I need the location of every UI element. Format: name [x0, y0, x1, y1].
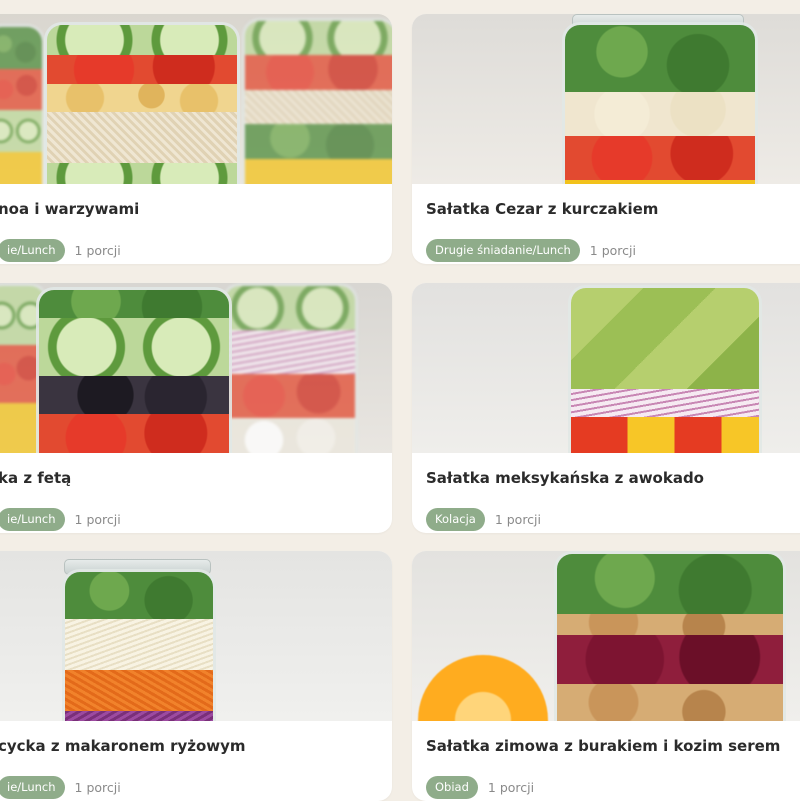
- salad-jar-image: [568, 285, 762, 453]
- salad-jar-image: [44, 22, 240, 184]
- recipe-photo: [0, 283, 392, 453]
- recipe-photo: [412, 283, 800, 453]
- recipe-title: cycka z makaronem ryżowym: [0, 737, 246, 755]
- recipe-card[interactable]: Sałatka Cezar z kurczakiem Drugie śniada…: [412, 14, 800, 264]
- portion-count: 1 porcji: [74, 243, 121, 258]
- background-jar-image: [222, 283, 358, 453]
- recipe-photo: [0, 14, 392, 184]
- portion-count: 1 porcji: [487, 780, 535, 795]
- recipe-card[interactable]: noa i warzywami ie/Lunch 1 porcji: [0, 14, 392, 264]
- salad-jar-image: [62, 569, 216, 721]
- recipe-card[interactable]: Sałatka zimowa z burakiem i kozim serem …: [412, 551, 800, 801]
- background-jar-image: [242, 18, 392, 184]
- salad-jar-image: [562, 22, 758, 184]
- recipe-photo: [412, 551, 800, 721]
- recipe-photo: [412, 14, 800, 184]
- recipe-title: Sałatka zimowa z burakiem i kozim serem: [426, 737, 781, 755]
- portion-count: 1 porcji: [74, 780, 121, 795]
- salad-jar-image: [36, 287, 232, 453]
- meal-category-badge: ie/Lunch: [0, 508, 65, 531]
- recipe-title: Sałatka meksykańska z awokado: [426, 469, 704, 487]
- meal-category-badge: Obiad: [426, 776, 478, 799]
- orange-slice-image: [418, 655, 548, 721]
- meal-category-badge: ie/Lunch: [0, 239, 65, 262]
- recipe-card[interactable]: ka z fetą ie/Lunch 1 porcji: [0, 283, 392, 533]
- recipe-title: noa i warzywami: [0, 200, 140, 218]
- recipe-title: ka z fetą: [0, 469, 72, 487]
- meal-category-badge: Drugie śniadanie/Lunch: [426, 239, 580, 262]
- salad-jar-image: [554, 551, 786, 721]
- recipe-card[interactable]: Sałatka meksykańska z awokado Kolacja 1 …: [412, 283, 800, 533]
- portion-count: 1 porcji: [494, 512, 542, 527]
- meal-category-badge: Kolacja: [426, 508, 485, 531]
- portion-count: 1 porcji: [589, 243, 636, 258]
- background-jar-image: [0, 24, 45, 184]
- recipe-title: Sałatka Cezar z kurczakiem: [426, 200, 659, 218]
- meal-category-badge: ie/Lunch: [0, 776, 65, 799]
- recipe-photo: [0, 551, 392, 721]
- recipe-card[interactable]: cycka z makaronem ryżowym ie/Lunch 1 por…: [0, 551, 392, 801]
- portion-count: 1 porcji: [74, 512, 121, 527]
